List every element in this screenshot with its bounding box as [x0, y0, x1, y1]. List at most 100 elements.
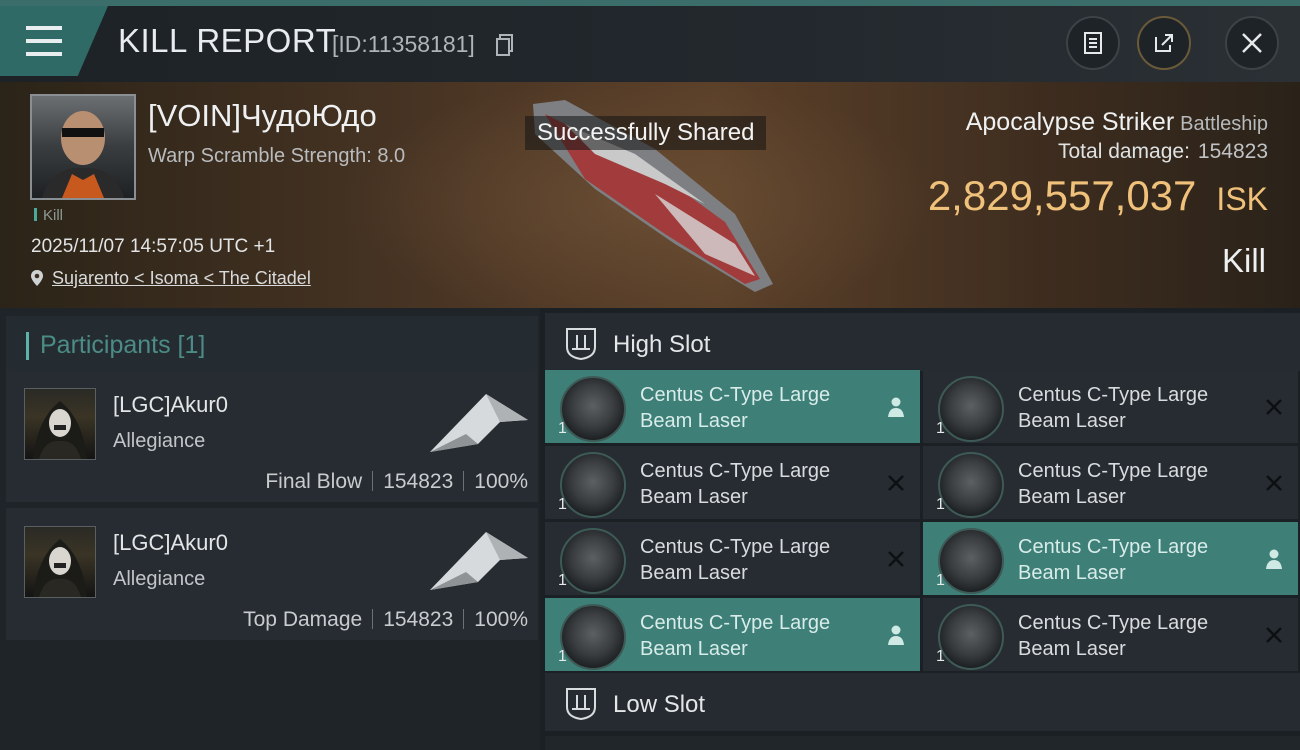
- participant-ship-icon: [430, 532, 528, 590]
- location-link[interactable]: Sujarento < Isoma < The Citadel: [52, 268, 311, 288]
- low-slot-label: Low Slot: [613, 691, 706, 718]
- participant-corp: Allegiance: [113, 568, 206, 590]
- fitting-panel: High Slot 1 Centus C-Type Large Beam Lase…: [540, 308, 1300, 750]
- dropped-person-icon: [1264, 548, 1284, 570]
- page-title: KILL REPORT: [118, 22, 337, 59]
- clipboard-button[interactable]: [1066, 16, 1120, 70]
- close-button[interactable]: [1225, 16, 1279, 70]
- participant-name: [LGC]Akur0: [113, 530, 228, 555]
- victim-banner: [VOIN]ЧудоЮдо Warp Scramble Strength: 8.…: [0, 82, 1300, 308]
- module-quantity: 1: [558, 572, 567, 589]
- dropped-person-icon: [886, 624, 906, 646]
- beam-laser-icon: [560, 452, 626, 518]
- total-damage: Total damage: 154823: [1058, 140, 1268, 164]
- module-name: Centus C-Type Large Beam Laser: [1018, 460, 1209, 508]
- ship-class: Battleship: [1180, 113, 1268, 135]
- beam-laser-icon: [560, 604, 626, 670]
- module-quantity: 1: [558, 496, 567, 513]
- copy-icon[interactable]: [496, 34, 514, 56]
- isk-loss: 2,829,557,037 ISK: [928, 172, 1268, 220]
- kill-datetime: 2025/11/07 14:57:05 UTC +1: [31, 236, 276, 257]
- participant-name: [LGC]Akur0: [113, 392, 228, 417]
- share-button[interactable]: [1137, 16, 1191, 70]
- high-slot-label: High Slot: [613, 331, 711, 358]
- module-name: Centus C-Type Large Beam Laser: [640, 536, 831, 584]
- participant-percent: 100%: [474, 470, 528, 493]
- module-quantity: 1: [936, 420, 945, 437]
- ship-name: Apocalypse Striker: [965, 108, 1175, 136]
- module-quantity: 1: [936, 496, 945, 513]
- participant-avatar: [24, 526, 96, 598]
- destroyed-x-icon: [886, 548, 906, 570]
- low-slot-list-peek: [545, 736, 1300, 750]
- report-id: [ID:11358181]: [332, 31, 475, 57]
- beam-laser-icon: [560, 376, 626, 442]
- high-slot-icon: [566, 328, 596, 361]
- low-slot-header: Low Slot: [545, 673, 1300, 731]
- isk-unit: ISK: [1216, 181, 1268, 217]
- total-damage-value: 154823: [1197, 140, 1268, 163]
- module-quantity: 1: [936, 648, 945, 665]
- participant-stats: Final Blow 154823 100%: [265, 470, 528, 494]
- participant-damage: 154823: [383, 608, 454, 631]
- beam-laser-icon: [938, 528, 1004, 594]
- victim-ship[interactable]: Apocalypse Striker Battleship: [966, 108, 1268, 137]
- module-quantity: 1: [558, 648, 567, 665]
- module-name: Centus C-Type Large Beam Laser: [640, 384, 831, 432]
- low-slot-icon: [566, 688, 596, 721]
- module-name: Centus C-Type Large Beam Laser: [1018, 612, 1209, 660]
- module-name: Centus C-Type Large Beam Laser: [1018, 384, 1209, 432]
- kill-result: Kill: [1221, 242, 1266, 279]
- participant-row[interactable]: [LGC]Akur0 Allegiance Top Damage 154823 10…: [6, 508, 538, 640]
- module-item[interactable]: 1 Centus C-Type Large Beam Laser: [545, 370, 920, 443]
- kill-tag: Kill: [34, 207, 63, 224]
- module-item[interactable]: 1 Centus C-Type Large Beam Laser: [923, 598, 1298, 671]
- participant-damage: 154823: [383, 470, 454, 493]
- beam-laser-icon: [938, 604, 1004, 670]
- victim-name[interactable]: [VOIN]ЧудоЮдо: [148, 98, 377, 134]
- top-bar: KILL REPORT [ID:11358181]: [0, 0, 1300, 82]
- participants-header: Participants [1]: [6, 316, 538, 372]
- participant-percent: 100%: [474, 608, 528, 631]
- module-item[interactable]: 1 Centus C-Type Large Beam Laser: [923, 446, 1298, 519]
- participant-row[interactable]: [LGC]Akur0 Allegiance Final Blow 154823 10…: [6, 370, 538, 502]
- beam-laser-icon: [938, 376, 1004, 442]
- participant-role: Final Blow: [265, 470, 363, 493]
- isk-value: 2,829,557,037: [927, 172, 1197, 219]
- destroyed-x-icon: [1264, 624, 1284, 646]
- module-item[interactable]: 1 Centus C-Type Large Beam Laser: [923, 370, 1298, 443]
- destroyed-x-icon: [1264, 396, 1284, 418]
- share-icon: [1155, 34, 1173, 52]
- warp-scramble-strength: Warp Scramble Strength: 8.0: [148, 145, 406, 167]
- participant-avatar: [24, 388, 96, 460]
- module-quantity: 1: [558, 420, 567, 437]
- module-item[interactable]: 1 Centus C-Type Large Beam Laser: [545, 522, 920, 595]
- participant-ship-icon: [430, 394, 528, 452]
- module-item[interactable]: 1 Centus C-Type Large Beam Laser: [923, 522, 1298, 595]
- destroyed-x-icon: [1264, 472, 1284, 494]
- module-item[interactable]: 1 Centus C-Type Large Beam Laser: [545, 446, 920, 519]
- clipboard-icon: [1084, 32, 1102, 54]
- victim-avatar[interactable]: [30, 94, 136, 200]
- participants-label: Participants [1]: [40, 331, 206, 359]
- total-damage-label: Total damage:: [1058, 140, 1190, 163]
- module-name: Centus C-Type Large Beam Laser: [640, 460, 831, 508]
- module-name: Centus C-Type Large Beam Laser: [640, 612, 831, 660]
- module-quantity: 1: [936, 572, 945, 589]
- participant-stats: Top Damage 154823 100%: [243, 608, 528, 632]
- beam-laser-icon: [560, 528, 626, 594]
- participant-corp: Allegiance: [113, 430, 206, 452]
- kill-location[interactable]: Sujarento < Isoma < The Citadel: [30, 268, 311, 289]
- participants-panel: Participants [1] [LGC]Akur0 Allegiance F…: [0, 308, 540, 750]
- location-pin-icon: [31, 270, 43, 286]
- close-icon: [1242, 33, 1262, 53]
- hamburger-icon: [26, 26, 62, 56]
- high-slot-header: High Slot: [545, 313, 1300, 371]
- menu-button[interactable]: [0, 6, 108, 76]
- dropped-person-icon: [886, 396, 906, 418]
- destroyed-x-icon: [886, 472, 906, 494]
- participant-role: Top Damage: [243, 608, 363, 631]
- shared-toast: Successfully Shared: [525, 116, 767, 150]
- module-item[interactable]: 1 Centus C-Type Large Beam Laser: [545, 598, 920, 671]
- module-name: Centus C-Type Large Beam Laser: [1018, 536, 1209, 584]
